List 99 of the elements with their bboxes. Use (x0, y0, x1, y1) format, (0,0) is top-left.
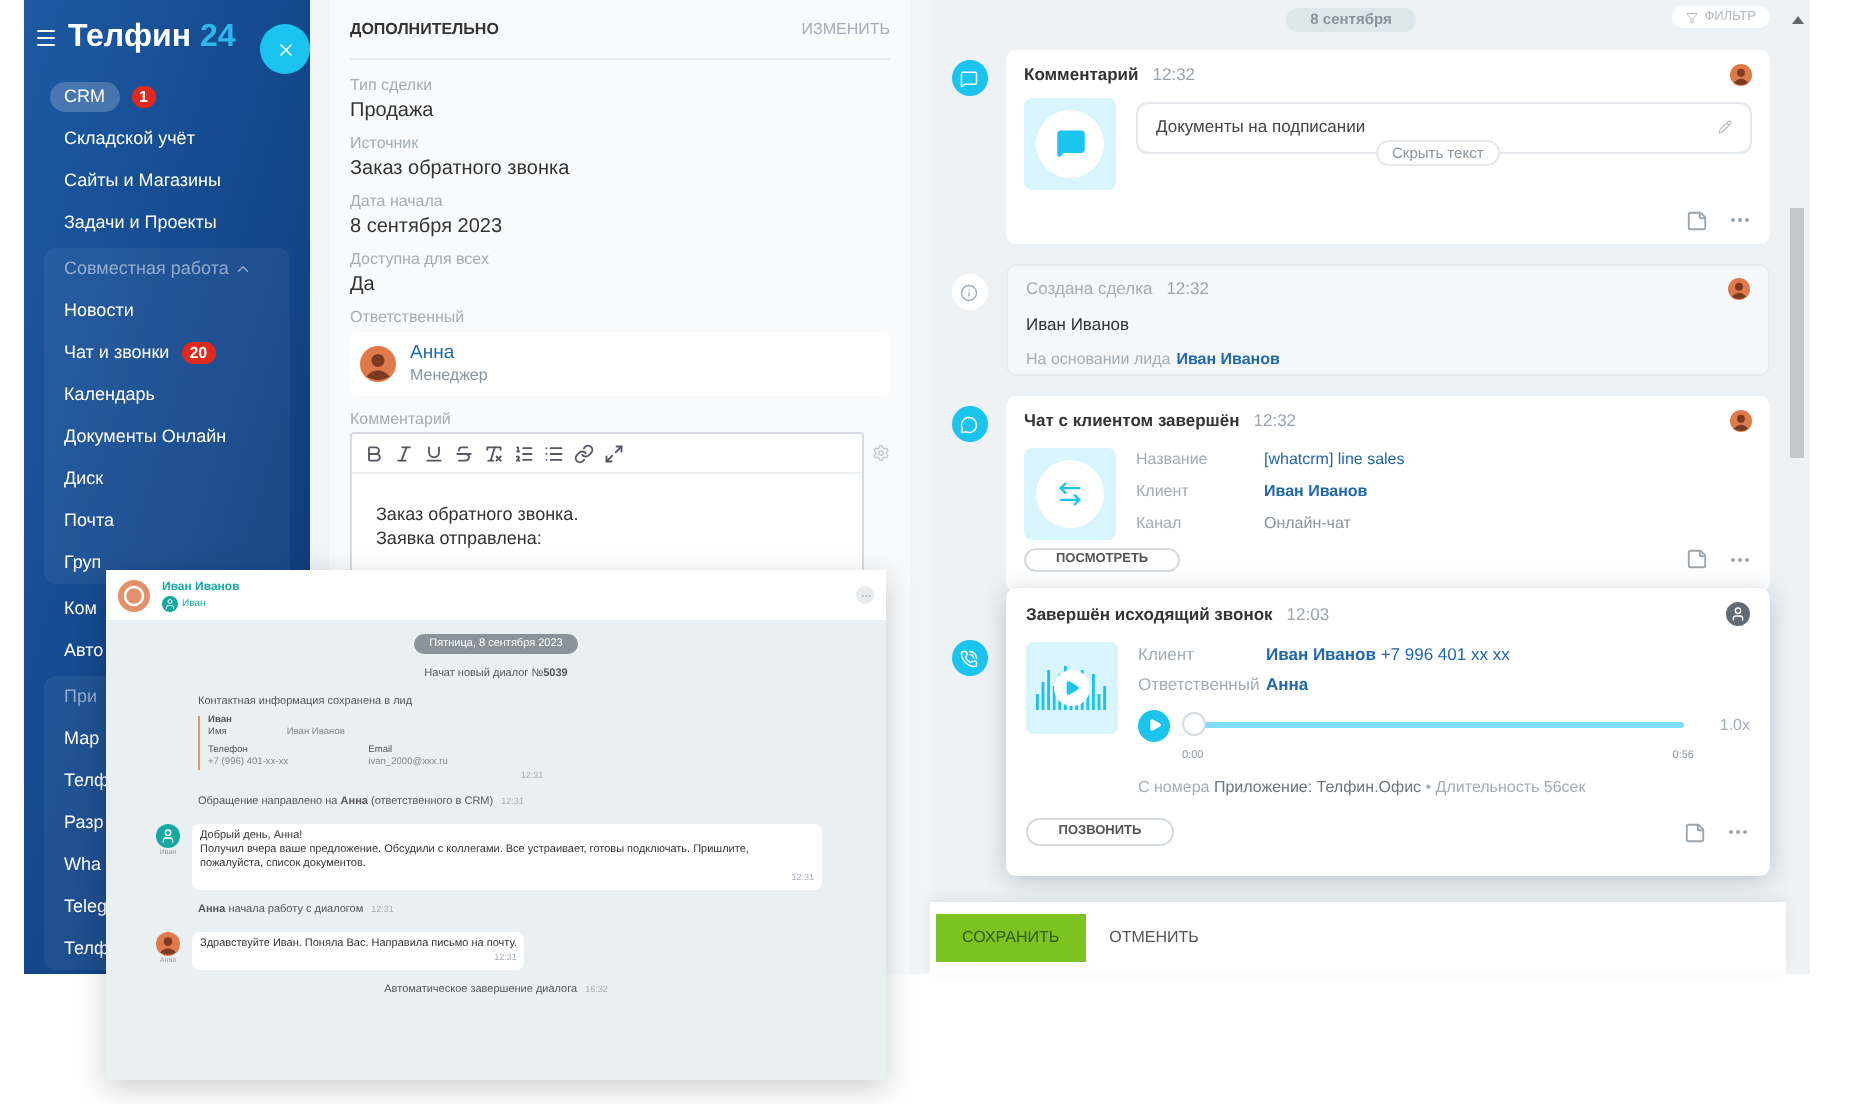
count-badge: 1 (131, 86, 156, 108)
field-label: Тип сделки (350, 74, 435, 98)
close-icon (275, 39, 295, 59)
numbered-list-icon[interactable] (514, 443, 534, 463)
sidebar-item[interactable]: Почта (64, 512, 114, 530)
event-title: Завершён исходящий звонок (1026, 602, 1273, 628)
call-icon (951, 640, 987, 676)
event-time: 12:32 (1253, 408, 1297, 434)
sidebar-item[interactable]: Документы Онлайн (64, 428, 227, 446)
edit-icon[interactable] (1718, 120, 1732, 135)
field-value[interactable]: Иван Иванов +7 996 401 xx xx (1266, 641, 1750, 666)
logo-icon (118, 579, 150, 611)
underline-icon[interactable] (424, 443, 444, 463)
field-label: Клиент (1136, 479, 1191, 504)
exchange-icon (1056, 479, 1084, 508)
chat-icon (951, 406, 987, 442)
sidebar-item[interactable]: CRM (50, 82, 119, 112)
event-title: Комментарий (1024, 62, 1139, 88)
event-title: Чат с клиентом завершён (1024, 408, 1240, 434)
italic-icon[interactable] (394, 443, 414, 463)
field-value[interactable]: Иван Иванов (1264, 479, 1405, 508)
bullet-list-icon[interactable] (544, 443, 564, 463)
field-value: Онлайн-чат (1264, 511, 1353, 536)
play-button[interactable] (1138, 709, 1170, 742)
sidebar-item[interactable]: Мар (64, 730, 100, 748)
avatar (1730, 63, 1752, 86)
basis-label: На основании лида (1026, 347, 1171, 371)
field-label: Клиент (1138, 641, 1196, 666)
sidebar-item[interactable]: Задачи и Проекты (64, 214, 217, 232)
note-icon[interactable] (1686, 209, 1708, 231)
section-title: ДОПОЛНИТЕЛЬНО (350, 18, 499, 42)
field-value[interactable]: Анна (1266, 671, 1750, 696)
sidebar-item[interactable]: Календарь (64, 386, 155, 404)
sidebar-item[interactable]: Складской учёт (64, 130, 195, 148)
comment-icon (951, 60, 987, 96)
sidebar-item[interactable]: Разр (64, 814, 104, 832)
comment-icon (1055, 128, 1085, 159)
deal-name: Иван Иванов (1026, 311, 1132, 337)
avatar (156, 931, 180, 955)
field-value: Да (350, 272, 377, 300)
expand-icon[interactable] (604, 443, 624, 463)
sidebar-item[interactable]: Авто (64, 642, 104, 660)
comment-line: Заказ обратного звонка. (376, 502, 581, 526)
field-label: Источник (350, 132, 421, 156)
field-label: Дата начала (350, 190, 445, 214)
count-badge: 20 (181, 342, 216, 364)
note-icon[interactable] (1686, 548, 1708, 571)
comment-line: Заявка отправлена: (376, 526, 544, 550)
field-label: Ответственный (1138, 671, 1262, 696)
avatar (1728, 277, 1750, 300)
note-icon[interactable] (1684, 821, 1706, 843)
field-label: Ответственный (350, 306, 467, 330)
sidebar-item[interactable]: Ком (64, 600, 97, 618)
responsible-role: Менеджер (410, 364, 488, 386)
event-time: 12:32 (1166, 276, 1209, 302)
chevron-up-icon (234, 260, 253, 278)
slider-thumb[interactable] (1182, 712, 1206, 737)
filter-icon (1686, 11, 1699, 23)
logo: Телфин 24 (68, 18, 236, 58)
avatar (1730, 409, 1752, 432)
clear-format-icon[interactable] (484, 443, 504, 463)
event-time: 12:32 (1152, 62, 1196, 88)
user-icon (1726, 602, 1750, 627)
more-button[interactable] (856, 586, 874, 604)
play-icon[interactable] (1054, 669, 1090, 706)
play-icon (1147, 718, 1161, 733)
field-value: 8 сентября 2023 (350, 214, 505, 242)
comment-text: Документы на подписании (1156, 114, 1366, 141)
info-icon (951, 274, 987, 310)
bold-icon[interactable] (364, 443, 384, 463)
sidebar-item[interactable]: Teleg (64, 898, 108, 916)
user-icon (162, 595, 178, 611)
settings-icon[interactable] (872, 444, 890, 462)
field-value: Заказ обратного звонка (350, 156, 572, 184)
sidebar-item[interactable]: Сайты и Магазины (64, 172, 221, 190)
cancel-button[interactable]: ОТМЕНИТЬ (1109, 926, 1199, 950)
close-button[interactable] (260, 24, 310, 74)
user-avatar-icon (156, 823, 180, 847)
strikethrough-icon[interactable] (454, 443, 474, 463)
menu-icon[interactable] (34, 26, 58, 50)
field-label: Название (1136, 447, 1210, 472)
sidebar-item[interactable]: Wha (64, 856, 102, 874)
field-label: Комментарий (350, 408, 453, 432)
lead-link[interactable]: Иван Иванов (1176, 347, 1280, 371)
field-value: Продажа (350, 98, 436, 126)
call-details: С номера Приложение: Телфин.Офис • Длительность 56сек (1138, 776, 1588, 800)
save-button[interactable]: СОХРАНИТЬ (936, 914, 1086, 962)
field-label: Канал (1136, 511, 1184, 536)
link-icon[interactable] (574, 443, 594, 463)
avatar (360, 346, 396, 382)
sidebar-item[interactable]: Диск (64, 470, 104, 488)
event-title: Создана сделка (1026, 276, 1153, 302)
field-value[interactable]: [whatcrm] line sales (1264, 447, 1405, 476)
event-time: 12:03 (1286, 602, 1330, 628)
sidebar-item[interactable]: Груп (64, 554, 102, 572)
sidebar-item[interactable]: Чат и звонки (64, 344, 170, 362)
sidebar-item[interactable]: Новости (64, 302, 134, 320)
field-label: Доступна для всех (350, 248, 491, 272)
responsible-name[interactable]: Анна (410, 342, 488, 364)
